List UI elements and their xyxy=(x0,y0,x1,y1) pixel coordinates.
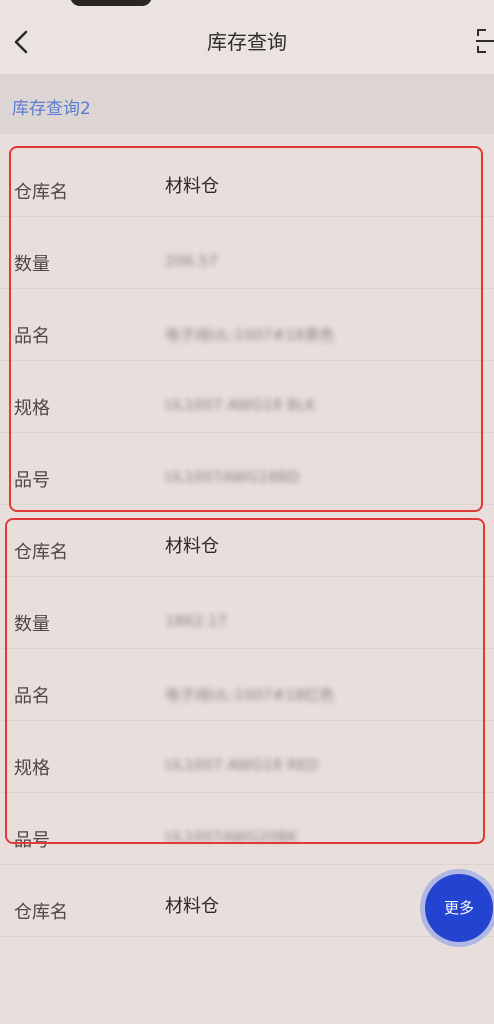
camera-notch xyxy=(70,0,152,6)
part-number-value: UL1007AWG20BK xyxy=(165,828,298,846)
part-number-label: 品号 xyxy=(14,830,50,851)
part-number-value: UL1007AWG18BD xyxy=(165,468,300,486)
part-number-label: 品号 xyxy=(14,470,50,491)
warehouse-value: 材料仓 xyxy=(165,896,219,917)
record-row-spec: 规格 UL1007 AWG18 RED xyxy=(0,720,494,793)
warehouse-label: 仓库名 xyxy=(14,182,68,203)
spec-label: 规格 xyxy=(14,398,50,419)
breadcrumb-bar: 库存查询2 xyxy=(0,74,494,134)
breadcrumb[interactable]: 库存查询2 xyxy=(12,94,91,119)
top-bar: 库存查询 xyxy=(0,0,494,74)
warehouse-label: 仓库名 xyxy=(14,542,68,563)
record-row-warehouse: 仓库名 材料仓 xyxy=(0,864,494,937)
product-name-value: 电子线UL-1007#18红色 xyxy=(165,686,335,704)
spec-label: 规格 xyxy=(14,758,50,779)
product-name-label: 品名 xyxy=(14,326,50,347)
product-name-value: 电子线UL-1007#18黑色 xyxy=(165,326,335,344)
quantity-value: 206.57 xyxy=(165,252,218,270)
spec-value: UL1007 AWG18 BLK xyxy=(165,396,316,414)
record-row-warehouse: 仓库名 材料仓 xyxy=(0,504,494,577)
record-row-product-name: 品名 电子线UL-1007#18黑色 xyxy=(0,288,494,361)
record-row-warehouse: 仓库名 材料仓 xyxy=(0,144,494,217)
spec-value: UL1007 AWG18 RED xyxy=(165,756,319,774)
record-row-quantity: 数量 206.57 xyxy=(0,216,494,289)
more-button[interactable]: 更多 xyxy=(425,874,493,942)
warehouse-value: 材料仓 xyxy=(165,536,219,557)
quantity-value: 1862.17 xyxy=(165,612,228,630)
record-row-part-number: 品号 UL1007AWG20BK xyxy=(0,792,494,865)
warehouse-label: 仓库名 xyxy=(14,902,68,923)
record-row-part-number: 品号 UL1007AWG18BD xyxy=(0,432,494,505)
scan-icon[interactable] xyxy=(476,28,494,54)
record-row-quantity: 数量 1862.17 xyxy=(0,576,494,649)
page-title: 库存查询 xyxy=(207,30,287,54)
quantity-label: 数量 xyxy=(14,254,50,275)
record-row-spec: 规格 UL1007 AWG18 BLK xyxy=(0,360,494,433)
product-name-label: 品名 xyxy=(14,686,50,707)
record-row-product-name: 品名 电子线UL-1007#18红色 xyxy=(0,648,494,721)
quantity-label: 数量 xyxy=(14,614,50,635)
warehouse-value: 材料仓 xyxy=(165,176,219,197)
